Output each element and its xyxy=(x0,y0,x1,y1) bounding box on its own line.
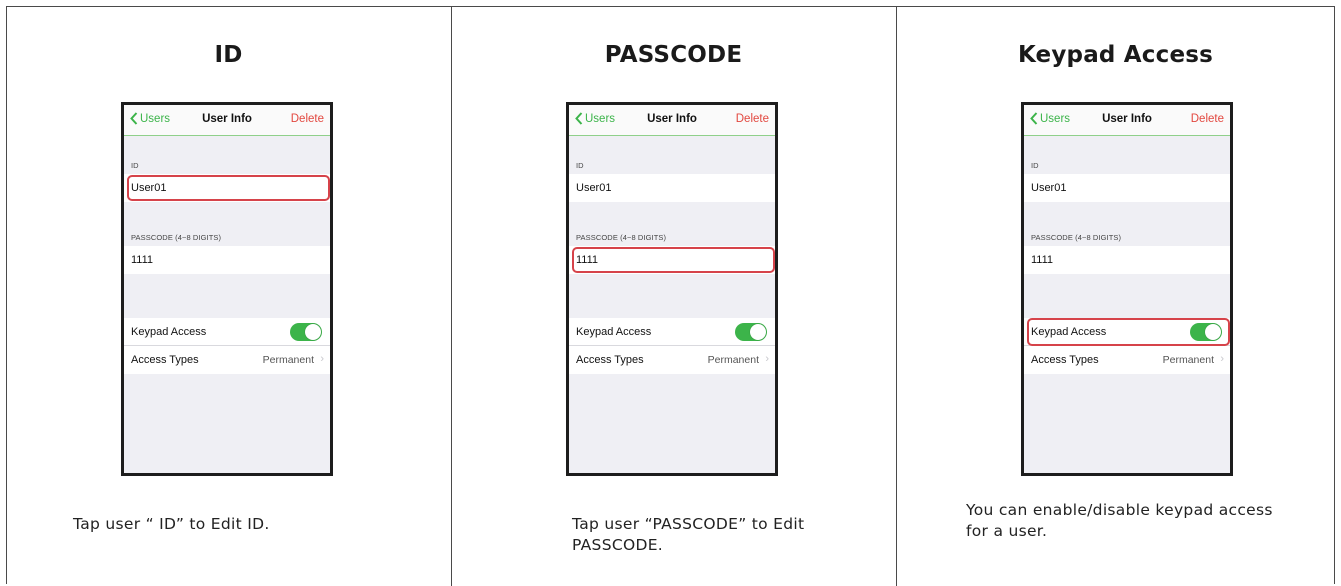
passcode-section-label: PASSCODE (4~8 DIGITS) xyxy=(131,233,222,242)
panel-id: ID Users User Info Delete ID User01 PASS… xyxy=(6,6,451,586)
keypad-access-label: Keypad Access xyxy=(576,326,652,338)
panel-caption: You can enable/disable keypad access for… xyxy=(966,501,1273,540)
access-types-row[interactable]: Access Types Permanent › xyxy=(1024,346,1230,374)
chevron-right-icon: › xyxy=(765,353,769,365)
panel-caption: Tap user “PASSCODE” to Edit PASSCODE. xyxy=(572,515,805,554)
id-value: User01 xyxy=(1031,182,1067,194)
passcode-section-label: PASSCODE (4~8 DIGITS) xyxy=(1031,233,1122,242)
keypad-access-label: Keypad Access xyxy=(131,326,207,338)
access-types-row[interactable]: Access Types Permanent › xyxy=(569,346,775,374)
access-types-label: Access Types xyxy=(576,354,644,366)
passcode-field[interactable]: 1111 xyxy=(1024,246,1230,274)
passcode-value: 1111 xyxy=(1031,254,1054,266)
id-field[interactable]: User01 xyxy=(569,174,775,202)
access-types-label: Access Types xyxy=(1031,354,1099,366)
keypad-access-row: Keypad Access xyxy=(124,318,330,346)
panel-passcode: PASSCODE Users User Info Delete ID User0… xyxy=(451,6,896,586)
phone-screenshot: Users User Info Delete ID User01 PASSCOD… xyxy=(1021,102,1233,476)
id-value: User01 xyxy=(576,182,612,194)
phone-screenshot: Users User Info Delete ID User01 PASSCOD… xyxy=(566,102,778,476)
id-section-label: ID xyxy=(576,161,584,170)
nav-bar: Users User Info Delete xyxy=(569,105,775,136)
keypad-access-toggle[interactable] xyxy=(735,323,767,341)
panel-keypad-access: Keypad Access Users User Info Delete ID … xyxy=(896,6,1335,586)
id-field[interactable]: User01 xyxy=(1024,174,1230,202)
id-section-label: ID xyxy=(131,161,139,170)
highlight-box xyxy=(127,175,330,201)
highlight-box xyxy=(1027,318,1230,346)
passcode-section-label: PASSCODE (4~8 DIGITS) xyxy=(576,233,667,242)
passcode-value: 1111 xyxy=(131,254,154,266)
nav-bar: Users User Info Delete xyxy=(1024,105,1230,136)
highlight-box xyxy=(572,247,775,273)
panel-title: PASSCODE xyxy=(604,42,743,68)
chevron-right-icon: › xyxy=(1220,353,1224,365)
keypad-access-toggle[interactable] xyxy=(290,323,322,341)
panel-caption: Tap user “ ID” to Edit ID. xyxy=(73,515,270,533)
toggle-knob xyxy=(305,324,321,340)
id-section-label: ID xyxy=(1031,161,1039,170)
delete-button[interactable]: Delete xyxy=(736,113,769,125)
panel-title: ID xyxy=(214,42,243,68)
nav-bar: Users User Info Delete xyxy=(124,105,330,136)
passcode-field[interactable]: 1111 xyxy=(124,246,330,274)
access-types-value: Permanent xyxy=(262,354,314,366)
access-types-value: Permanent xyxy=(1162,354,1214,366)
keypad-access-row: Keypad Access xyxy=(569,318,775,346)
chevron-right-icon: › xyxy=(320,353,324,365)
access-types-label: Access Types xyxy=(131,354,199,366)
toggle-knob xyxy=(750,324,766,340)
panel-title: Keypad Access xyxy=(1017,42,1214,68)
phone-screenshot: Users User Info Delete ID User01 PASSCOD… xyxy=(121,102,333,476)
delete-button[interactable]: Delete xyxy=(1191,113,1224,125)
delete-button[interactable]: Delete xyxy=(291,113,324,125)
access-types-value: Permanent xyxy=(707,354,759,366)
access-types-row[interactable]: Access Types Permanent › xyxy=(124,346,330,374)
